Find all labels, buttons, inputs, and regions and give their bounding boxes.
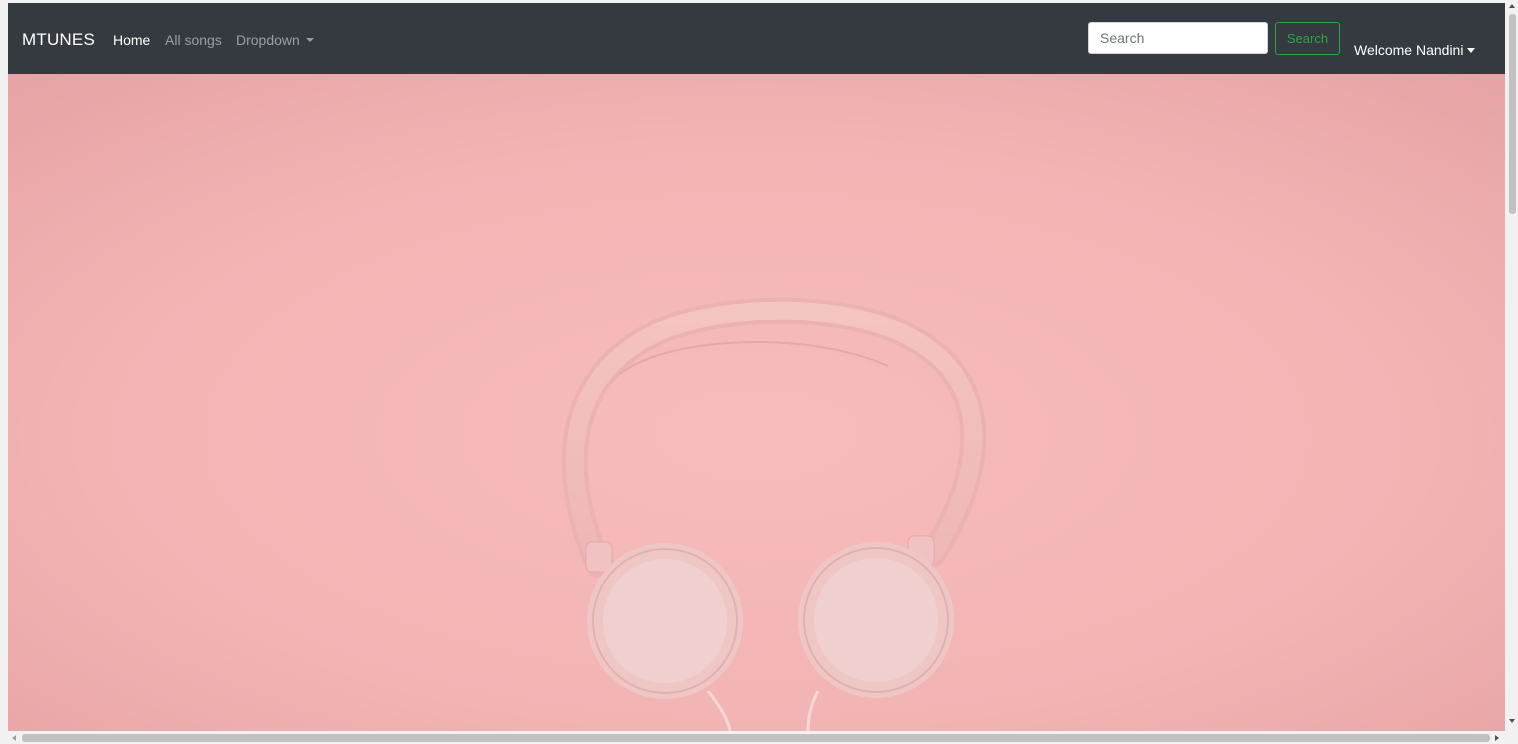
nav-link-home[interactable]: Home bbox=[113, 31, 150, 49]
scroll-left-arrow-icon[interactable] bbox=[12, 735, 16, 741]
vertical-scrollbar-thumb[interactable] bbox=[1509, 14, 1516, 214]
caret-down-icon bbox=[305, 38, 314, 42]
nav-link-all-songs[interactable]: All songs bbox=[165, 31, 222, 49]
nav-dropdown-label: Dropdown bbox=[236, 32, 300, 48]
search-input[interactable] bbox=[1088, 22, 1268, 54]
hero-banner bbox=[8, 74, 1505, 731]
brand-logo[interactable]: MTUNES bbox=[22, 30, 95, 50]
scroll-down-arrow-icon[interactable] bbox=[1509, 719, 1515, 723]
scroll-right-arrow-icon[interactable] bbox=[1495, 735, 1499, 741]
nav-dropdown[interactable]: Dropdown bbox=[236, 31, 314, 49]
scroll-up-arrow-icon[interactable] bbox=[1509, 4, 1515, 8]
headphones-image bbox=[8, 74, 1505, 731]
user-menu-dropdown[interactable]: Welcome Nandini bbox=[1354, 41, 1476, 59]
navbar: MTUNES Home All songs Dropdown Search We… bbox=[8, 3, 1505, 74]
browser-viewport: MTUNES Home All songs Dropdown Search We… bbox=[8, 3, 1505, 731]
caret-down-icon bbox=[1467, 48, 1476, 53]
horizontal-scrollbar-thumb[interactable] bbox=[22, 734, 1490, 742]
user-welcome-label: Welcome Nandini bbox=[1354, 42, 1464, 58]
search-button[interactable]: Search bbox=[1275, 22, 1340, 55]
